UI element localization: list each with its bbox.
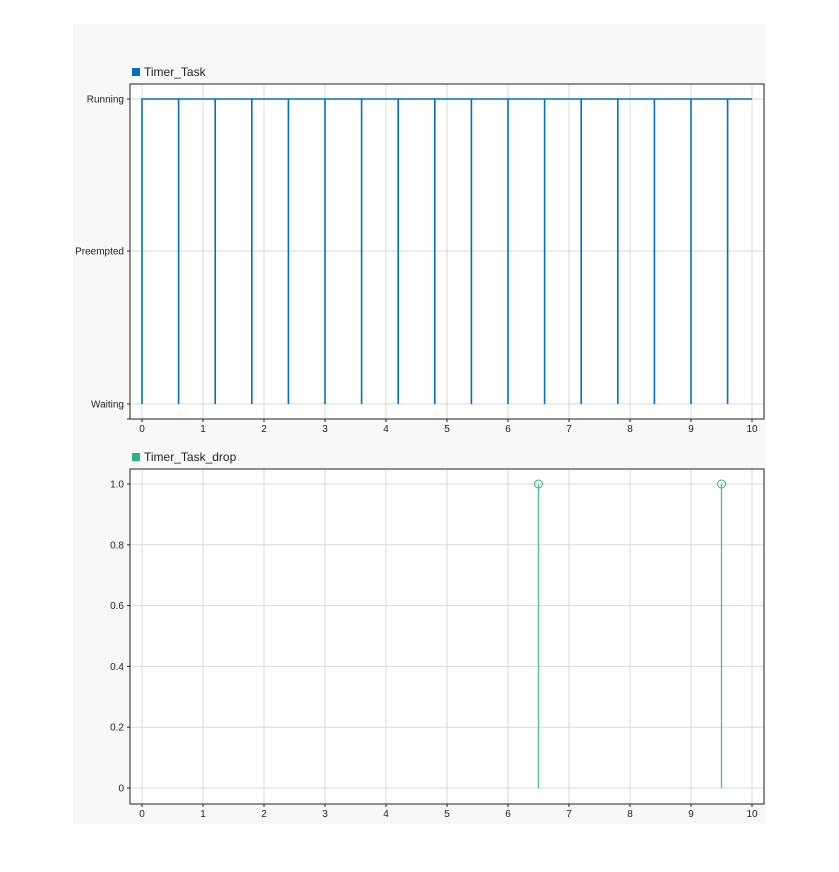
x-tick-label: 1	[200, 809, 206, 820]
x-tick-label: 4	[383, 809, 389, 820]
x-tick-label: 3	[322, 809, 328, 820]
x-tick-label: 9	[688, 809, 694, 820]
x-tick-label: 0	[139, 809, 145, 820]
y-tick-label: 0.8	[110, 540, 124, 551]
y-tick-label: 0.6	[110, 601, 124, 612]
y-tick-label: 0	[118, 784, 124, 795]
y-tick-label: 0.2	[110, 723, 124, 734]
x-tick-label: 10	[746, 809, 758, 820]
x-tick-label: 6	[505, 809, 511, 820]
y-tick-label: 1.0	[110, 480, 124, 491]
x-tick-label: 8	[627, 809, 633, 820]
x-tick-label: 2	[261, 809, 267, 820]
y-tick-label: 0.4	[110, 662, 124, 673]
timer-task-drop-plot: 0 1 2 3 4 5 6 7 8 9 10 0 0.2 0.4 0.6 0.8 1.0	[110, 468, 765, 820]
x-tick-label: 7	[566, 809, 572, 820]
x-tick-label: 5	[444, 809, 450, 820]
